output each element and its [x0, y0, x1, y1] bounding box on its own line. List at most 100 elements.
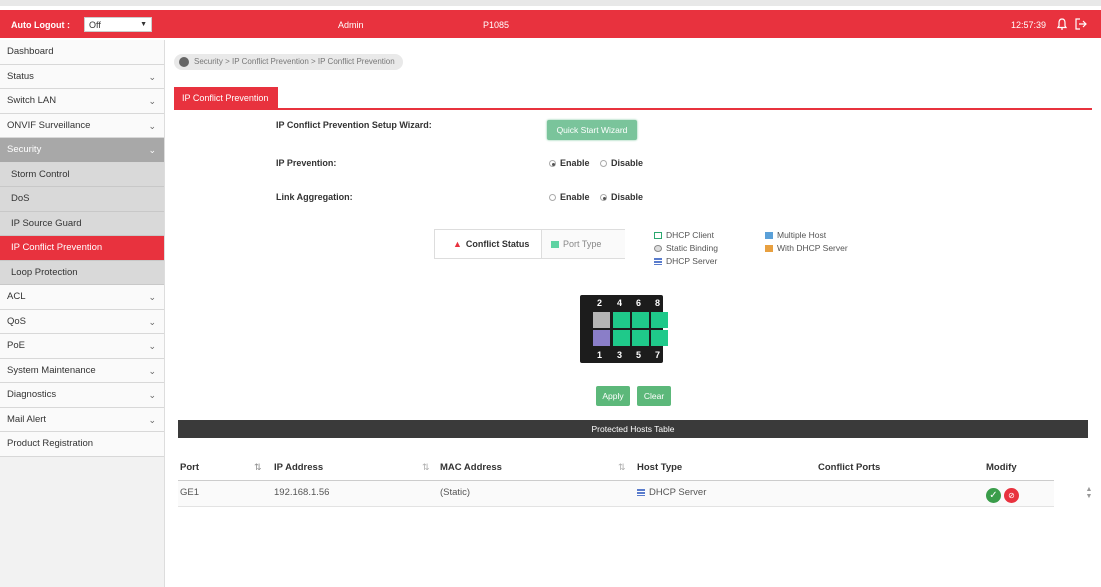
- sidebar-item-label: Product Registration: [7, 438, 94, 449]
- dhcp-server-icon: [654, 258, 662, 265]
- port-6[interactable]: [632, 312, 649, 328]
- sidebar-item-switch-lan[interactable]: Switch LAN ⌄: [0, 89, 164, 114]
- port-icon: [551, 241, 559, 248]
- sort-icon[interactable]: ⇅: [618, 462, 626, 473]
- port-2[interactable]: [593, 312, 610, 328]
- bell-icon[interactable]: [1055, 17, 1069, 31]
- chevron-down-icon: ⌄: [148, 120, 156, 131]
- ip-prevention-label: IP Prevention:: [276, 158, 337, 168]
- sidebar-item-status[interactable]: Status ⌄: [0, 64, 164, 89]
- port-number: 8: [655, 298, 661, 308]
- column-header-port[interactable]: Port: [180, 462, 199, 473]
- sidebar-item-ip-conflict-prevention[interactable]: IP Conflict Prevention: [0, 236, 164, 261]
- sidebar-item-qos[interactable]: QoS ⌄: [0, 309, 164, 334]
- sort-icon[interactable]: ⇅: [254, 462, 262, 473]
- sidebar-item-security[interactable]: Security ⌄: [0, 138, 164, 163]
- legend-static-binding: Static Binding: [654, 243, 718, 253]
- sidebar-item-label: Status: [7, 70, 34, 82]
- sidebar-item-ip-source-guard[interactable]: IP Source Guard: [0, 211, 164, 236]
- legend-label: Multiple Host: [777, 230, 827, 240]
- chevron-down-icon: ⌄: [148, 292, 156, 302]
- port-3[interactable]: [613, 330, 630, 346]
- legend-label: DHCP Server: [666, 256, 718, 266]
- sidebar-item-label: Diagnostics: [7, 389, 57, 400]
- ip-prevention-disable-radio[interactable]: [600, 160, 608, 167]
- delete-icon[interactable]: ⊘: [1004, 488, 1019, 503]
- dhcp-client-icon: [654, 232, 662, 239]
- link-aggregation-enable-radio[interactable]: [549, 194, 556, 201]
- legend-label: DHCP Client: [666, 230, 715, 240]
- port-8[interactable]: [651, 312, 668, 328]
- user-name: Admin: [338, 20, 364, 30]
- disable-label: Disable: [611, 192, 644, 202]
- column-header-ip[interactable]: IP Address: [274, 462, 323, 473]
- port-7[interactable]: [651, 330, 668, 346]
- auto-logout-value: Off: [89, 20, 101, 30]
- sidebar-item-label: DoS: [11, 193, 30, 204]
- port-type-tab[interactable]: Port Type: [541, 230, 625, 258]
- sidebar-item-label: Dashboard: [7, 46, 54, 57]
- warning-icon: ▲: [453, 239, 462, 249]
- sidebar-item-system-maintenance[interactable]: System Maintenance ⌄: [0, 358, 164, 383]
- legend-toggle: ▲ Conflict Status Port Type: [434, 229, 625, 259]
- legend-with-dhcp-server: With DHCP Server: [765, 243, 848, 253]
- port-number: 5: [636, 350, 642, 360]
- chevron-down-icon: ⌄: [148, 96, 156, 106]
- port-4[interactable]: [613, 312, 630, 328]
- sidebar-item-diagnostics[interactable]: Diagnostics ⌄: [0, 383, 164, 408]
- with-dhcp-server-icon: [765, 245, 773, 252]
- port-1[interactable]: [593, 330, 610, 346]
- cell-host-type: DHCP Server: [637, 487, 706, 498]
- sidebar-item-poe[interactable]: PoE ⌄: [0, 334, 164, 359]
- dhcp-server-icon: [637, 489, 645, 496]
- multiple-host-icon: [765, 232, 773, 239]
- auto-logout-select[interactable]: Off ▼: [84, 17, 152, 32]
- row-scroll-arrows[interactable]: ▲ ▼: [1085, 486, 1093, 506]
- clear-button[interactable]: Clear: [637, 386, 671, 406]
- sidebar-item-label: System Maintenance: [7, 364, 96, 376]
- quick-start-wizard-button[interactable]: Quick Start Wizard: [547, 120, 637, 140]
- disable-label: Disable: [611, 158, 644, 168]
- cell-port: GE1: [180, 487, 200, 498]
- legend-label: Static Binding: [666, 243, 718, 253]
- column-header-host-type[interactable]: Host Type: [637, 462, 682, 473]
- port-5[interactable]: [632, 330, 649, 346]
- link-aggregation-disable-radio[interactable]: [600, 194, 608, 201]
- sidebar-item-acl[interactable]: ACL ⌄: [0, 285, 164, 310]
- ip-prevention-enable-radio[interactable]: [549, 160, 556, 167]
- sidebar: Dashboard Status ⌄ Switch LAN ⌄ ONVIF Surv…: [0, 40, 165, 587]
- chevron-down-icon: ⌄: [148, 341, 156, 351]
- column-header-mac[interactable]: MAC Address: [440, 462, 502, 473]
- port-number: 6: [636, 298, 642, 308]
- legend-multiple-host: Multiple Host: [765, 230, 826, 240]
- sidebar-item-onvif[interactable]: ONVIF Surveillance ⌄: [0, 113, 164, 138]
- sidebar-item-label: PoE: [7, 340, 25, 351]
- conflict-status-tab[interactable]: ▲ Conflict Status: [453, 239, 529, 249]
- chevron-down-icon: ⌄: [148, 71, 156, 82]
- sidebar-item-storm-control[interactable]: Storm Control: [0, 162, 164, 187]
- chevron-down-icon: ⌄: [148, 414, 156, 425]
- apply-button[interactable]: Apply: [596, 386, 630, 406]
- sidebar-item-dashboard[interactable]: Dashboard: [0, 40, 164, 65]
- logout-icon[interactable]: [1074, 17, 1088, 31]
- column-header-conflict-ports: Conflict Ports: [818, 462, 881, 473]
- static-binding-icon: [654, 245, 662, 252]
- sidebar-item-label: Loop Protection: [11, 266, 78, 278]
- sidebar-item-loop-protection[interactable]: Loop Protection: [0, 260, 164, 285]
- cell-mac: (Static): [440, 487, 471, 498]
- sidebar-item-label: Mail Alert: [7, 413, 47, 425]
- sidebar-item-product-registration[interactable]: Product Registration: [0, 432, 164, 457]
- sidebar-item-dos[interactable]: DoS: [0, 187, 164, 212]
- sort-icon[interactable]: ⇅: [422, 462, 430, 473]
- wizard-label: IP Conflict Prevention Setup Wizard:: [276, 120, 432, 130]
- table-title: Protected Hosts Table: [178, 420, 1088, 438]
- clock: 12:57:39: [1011, 20, 1047, 30]
- sidebar-item-label: ACL: [7, 291, 26, 302]
- port-number: 2: [597, 298, 603, 308]
- port-type-label: Port Type: [563, 239, 602, 249]
- tab-ip-conflict-prevention[interactable]: IP Conflict Prevention: [174, 87, 278, 109]
- edit-check-icon[interactable]: ✓: [986, 488, 1001, 503]
- sidebar-item-label: Switch LAN: [7, 95, 57, 106]
- breadcrumb: Security > IP Conflict Prevention > IP C…: [174, 54, 403, 70]
- sidebar-item-mail-alert[interactable]: Mail Alert ⌄: [0, 407, 164, 432]
